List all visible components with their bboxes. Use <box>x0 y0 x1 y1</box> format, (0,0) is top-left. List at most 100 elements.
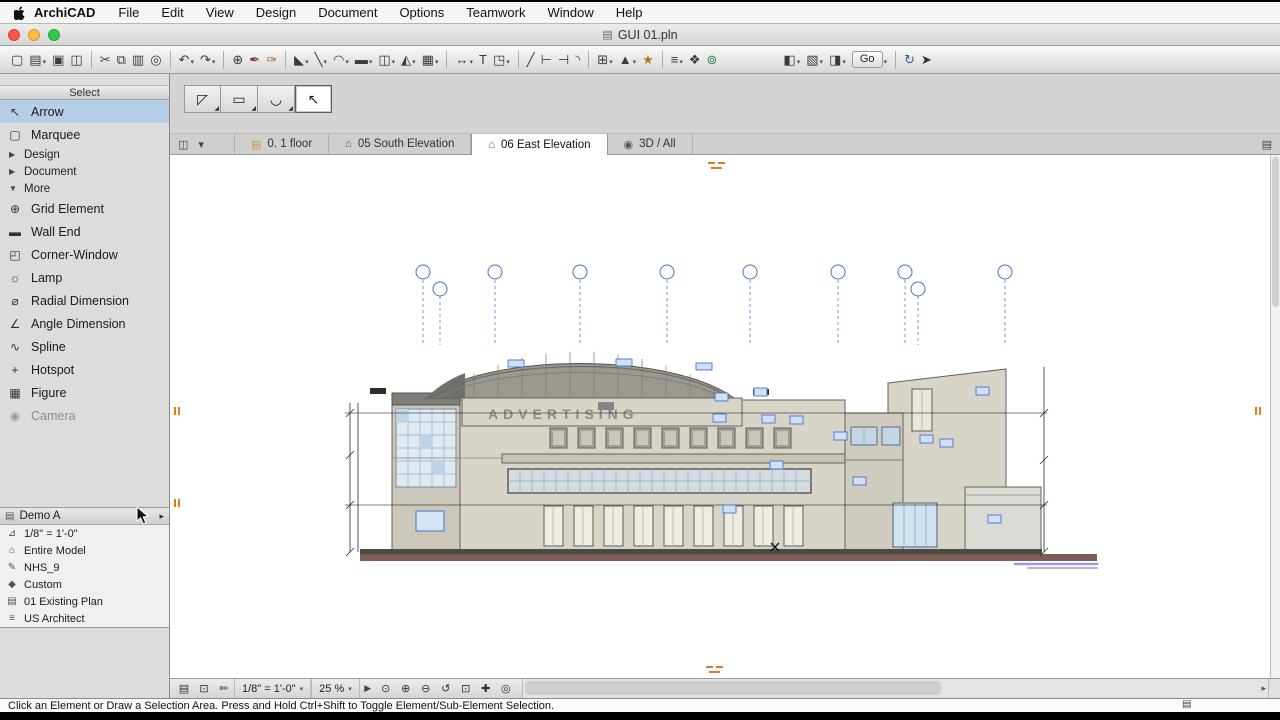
zoom-window-button[interactable] <box>48 29 60 41</box>
zoom-in-icon[interactable]: ⊕ <box>396 682 416 695</box>
magic-wand-icon[interactable]: ❖ <box>686 50 704 70</box>
window-titlebar[interactable]: ▤ GUI 01.pln <box>0 24 1280 46</box>
toolbox-item-camera[interactable]: ◉Camera <box>0 404 169 427</box>
previous-zoom-icon[interactable]: ◎ <box>496 682 516 695</box>
redo-icon[interactable]: ↷▾ <box>197 50 218 70</box>
organizer-icon[interactable]: ◨▾ <box>826 50 849 70</box>
app-menu-archicad[interactable]: ArchiCAD <box>30 5 107 20</box>
marquee-arrow-button[interactable]: ◸◢ <box>184 85 221 113</box>
report-icon[interactable]: ▤ <box>1182 699 1191 710</box>
toolbox-item-hotspot[interactable]: +Hotspot <box>0 358 169 381</box>
go-button[interactable]: Go▾ <box>849 49 890 70</box>
toolbox-item-arrow[interactable]: ↖Arrow <box>0 100 169 123</box>
scale-pen-icon[interactable]: ✏ <box>214 682 234 695</box>
minimize-window-button[interactable] <box>28 29 40 41</box>
line-tool-icon[interactable]: ╲▾ <box>312 50 330 70</box>
scale-selector[interactable]: 1/8" = 1'-0" ▾ <box>234 679 311 698</box>
close-window-button[interactable] <box>8 29 20 41</box>
zoom-out-icon[interactable]: ⊖ <box>416 682 436 695</box>
expand-arrow-icon[interactable]: ▸ <box>159 511 164 522</box>
menu-item-file[interactable]: File <box>107 5 150 20</box>
split-icon[interactable]: ╱ <box>524 50 538 70</box>
navigator-popup-icon[interactable]: ◫ <box>178 138 188 151</box>
qo-layer-combination[interactable]: ◆Custom <box>0 576 169 593</box>
zoom-level-selector[interactable]: 25 % ▾ <box>311 679 360 698</box>
menu-item-design[interactable]: Design <box>245 5 307 20</box>
view-options-icon[interactable]: ◧▾ <box>780 50 803 70</box>
tab-06-east-elevation[interactable]: ⌂06 East Elevation <box>471 134 607 155</box>
tab-dropdown-icon[interactable]: ▾ <box>198 138 204 151</box>
tab-05-south-elevation[interactable]: ⌂05 South Elevation <box>329 134 471 154</box>
toolbox-item-spline[interactable]: ∿Spline <box>0 335 169 358</box>
menu-item-window[interactable]: Window <box>537 5 605 20</box>
trim-icon[interactable]: ⊢ <box>538 50 555 70</box>
drawing-canvas[interactable]: ADVERTISING <box>170 155 1280 678</box>
toolbox-item-radial-dimension[interactable]: ⌀Radial Dimension <box>0 289 169 312</box>
copy-icon[interactable]: ⧉ <box>114 50 129 70</box>
marquee-area-button[interactable]: ▭◢ <box>221 85 258 113</box>
mesh-tool-icon[interactable]: ▦▾ <box>419 50 442 70</box>
new-document-icon[interactable]: ▢ <box>8 50 26 70</box>
favorites-icon[interactable]: ★ <box>639 50 657 70</box>
save-icon[interactable]: ▣ <box>49 50 67 70</box>
wall-tool-icon[interactable]: ▬▾ <box>352 50 376 70</box>
toolbox-item-corner-window[interactable]: ◰Corner-Window <box>0 243 169 266</box>
text-tool-icon[interactable]: T <box>476 50 490 70</box>
navigator-preview-icon[interactable]: ▤ <box>174 682 194 695</box>
qo-model-filter[interactable]: ⌂Entire Model <box>0 542 169 559</box>
menu-item-options[interactable]: Options <box>388 5 455 20</box>
toolbox-item-wall-end[interactable]: ▬Wall End <box>0 220 169 243</box>
menu-item-document[interactable]: Document <box>307 5 388 20</box>
find-select-icon[interactable]: ◎ <box>147 50 164 70</box>
menu-item-view[interactable]: View <box>195 5 245 20</box>
arc-tool-icon[interactable]: ◠▾ <box>330 50 352 70</box>
apple-logo-icon[interactable] <box>10 6 30 20</box>
menu-item-edit[interactable]: Edit <box>150 5 194 20</box>
inject-parameters-icon[interactable]: ✑ <box>263 50 280 70</box>
pick-up-parameters-icon[interactable]: ✒ <box>246 50 263 70</box>
menu-item-teamwork[interactable]: Teamwork <box>455 5 536 20</box>
label-tool-icon[interactable]: ◳▾ <box>490 50 513 70</box>
vertical-scrollbar[interactable] <box>1270 155 1280 678</box>
toolbox-item-lamp[interactable]: ☼Lamp <box>0 266 169 289</box>
orbit-icon[interactable]: ↻ <box>901 50 918 70</box>
print-icon[interactable]: ◫ <box>67 50 85 70</box>
scroll-right-icon[interactable]: ▸ <box>1261 683 1266 694</box>
undo-icon[interactable]: ↶▾ <box>176 50 197 70</box>
bring-forward-icon[interactable]: ▲▾ <box>616 50 639 70</box>
horizontal-scrollbar-thumb[interactable] <box>525 681 941 695</box>
qo-dimension-standard[interactable]: ≡US Architect <box>0 610 169 627</box>
zoom-play-icon[interactable]: ▶ <box>360 683 376 694</box>
layout-book-icon[interactable]: ▧▾ <box>803 50 826 70</box>
qo-scale[interactable]: ⊿1/8" = 1'-0" <box>0 525 169 542</box>
toolbox-item-grid-element[interactable]: ⊕Grid Element <box>0 197 169 220</box>
zoom-nav-icon[interactable]: ⊡ <box>194 682 214 695</box>
fillet-icon[interactable]: ◝ <box>572 50 583 70</box>
open-file-icon[interactable]: ▤▾ <box>26 50 49 70</box>
explore-model-icon[interactable]: ➤ <box>918 50 935 70</box>
toolbox-item-marquee[interactable]: ▢Marquee <box>0 123 169 146</box>
adjust-icon[interactable]: ⊣ <box>555 50 572 70</box>
toolbox-item-more[interactable]: ▼More <box>0 180 169 197</box>
pan-icon[interactable]: ✚ <box>476 682 496 695</box>
tab-3d-all[interactable]: ◉3D / All <box>608 134 693 154</box>
layer-settings-icon[interactable]: ≡▾ <box>668 50 686 70</box>
fit-in-window-icon[interactable]: ⊡ <box>456 682 476 695</box>
target-icon[interactable]: ⊚ <box>704 50 721 70</box>
cut-icon[interactable]: ✂ <box>97 50 114 70</box>
menu-item-help[interactable]: Help <box>605 5 654 20</box>
vertical-scrollbar-thumb[interactable] <box>1272 157 1279 307</box>
rotate-view-icon[interactable]: ↺ <box>436 682 456 695</box>
tab-overflow-icon[interactable]: ▤ <box>1262 138 1272 151</box>
toolbox-item-design[interactable]: ▶Design <box>0 146 169 163</box>
qo-pen-set[interactable]: ✎NHS_9 <box>0 559 169 576</box>
paste-icon[interactable]: ▥ <box>129 50 147 70</box>
zoom-tool-icon[interactable]: ⊕ <box>229 50 246 70</box>
toolbox-item-angle-dimension[interactable]: ∠Angle Dimension <box>0 312 169 335</box>
group-icon[interactable]: ⊞▾ <box>594 50 615 70</box>
arrow-select-button[interactable]: ↖ <box>295 85 332 113</box>
marquee-lasso-button[interactable]: ◡◢ <box>258 85 295 113</box>
qo-renovation-filter[interactable]: ▤01 Existing Plan <box>0 593 169 610</box>
horizontal-scrollbar[interactable]: ▸ <box>522 679 1280 698</box>
window-tool-icon[interactable]: ◫▾ <box>375 50 398 70</box>
